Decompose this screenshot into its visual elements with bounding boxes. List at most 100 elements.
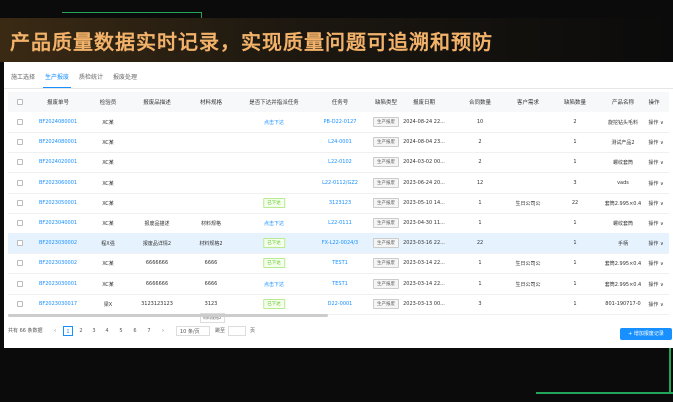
jump-input[interactable] bbox=[228, 326, 246, 336]
chevron-down-icon: ∨ bbox=[658, 140, 664, 147]
row-spec: 3123 bbox=[204, 300, 218, 307]
page-7[interactable]: 7 bbox=[144, 326, 154, 336]
row-description: 6666666 bbox=[145, 260, 169, 267]
col-product-name[interactable]: 产品名称 bbox=[612, 98, 634, 106]
col-inspector[interactable]: 检验员 bbox=[100, 98, 117, 106]
defect-type-badge: 生产报废 bbox=[373, 258, 399, 269]
prev-page-icon[interactable]: ‹ bbox=[50, 326, 60, 336]
table-row[interactable]: BF2023030002 程X强 报废品详情2 材料规格2 FX-L22-0024/3 2… bbox=[8, 233, 669, 255]
task-dispatch-status[interactable]: 点击下达 bbox=[264, 281, 284, 288]
row-action-menu[interactable]: 操作 ∨ bbox=[648, 180, 663, 187]
row-checkbox[interactable] bbox=[17, 260, 23, 267]
col-defect-type[interactable]: 缺陷类型 bbox=[375, 98, 397, 106]
row-task-no[interactable]: D22-0001 bbox=[328, 301, 353, 307]
table-row[interactable]: BF2024020001 XC某 L22-0102 2024-03-02 00... 2… bbox=[8, 152, 669, 174]
table-row[interactable]: BF2024080001 XC某 PB-D22-0127 2024-08-24 22.… bbox=[8, 112, 669, 133]
page-size-select[interactable]: 10 条/页 bbox=[176, 326, 210, 336]
row-scrap-no[interactable]: BF2023060001 bbox=[39, 180, 77, 186]
col-defect-qty[interactable]: 缺陷数量 bbox=[564, 98, 586, 106]
row-scrap-no[interactable]: BF2023030002 bbox=[39, 240, 77, 246]
row-action-menu[interactable]: 操作 ∨ bbox=[648, 301, 663, 308]
col-spec[interactable]: 材料规格 bbox=[200, 98, 222, 106]
page-3[interactable]: 3 bbox=[89, 326, 99, 336]
row-checkbox[interactable] bbox=[17, 300, 23, 307]
col-contract-qty[interactable]: 合同数量 bbox=[469, 98, 491, 106]
row-scrap-date: 2024-08-04 23... bbox=[403, 139, 445, 146]
defect-type-badge: 生产报废 bbox=[373, 278, 399, 289]
row-action-menu[interactable]: 操作 ∨ bbox=[648, 240, 663, 247]
col-customer-demand[interactable]: 客户需求 bbox=[517, 98, 539, 106]
page-2[interactable]: 2 bbox=[76, 326, 86, 336]
table-row[interactable]: BF2023040001 XC某 报废品描述 材料规格 L22-0111 2023-04-… bbox=[8, 213, 669, 234]
row-description: 报废品描述 bbox=[144, 221, 170, 227]
row-checkbox[interactable] bbox=[17, 119, 23, 125]
row-task-no[interactable]: TEST1 bbox=[332, 260, 348, 266]
row-task-no[interactable]: TEST1 bbox=[332, 281, 348, 287]
row-action-menu[interactable]: 操作 ∨ bbox=[648, 260, 663, 267]
task-dispatch-status[interactable]: 点击下达 bbox=[264, 119, 284, 126]
page-4[interactable]: 4 bbox=[102, 326, 112, 336]
col-scrap-no[interactable]: 报废单号 bbox=[47, 98, 69, 106]
row-scrap-no[interactable]: BF2023050001 bbox=[39, 200, 77, 206]
row-task-no[interactable]: 3123123 bbox=[329, 200, 351, 206]
select-all-checkbox[interactable] bbox=[17, 99, 23, 105]
add-scrap-record-button[interactable]: + 增加报废记录 bbox=[620, 328, 672, 340]
row-checkbox[interactable] bbox=[17, 220, 23, 226]
row-action-menu[interactable]: 操作 ∨ bbox=[648, 220, 663, 227]
tab-production-scrap[interactable]: 生产报废 bbox=[42, 72, 72, 88]
col-task-dispatch[interactable]: 是否下达并指派任务 bbox=[249, 98, 299, 106]
row-checkbox[interactable] bbox=[17, 179, 23, 186]
page-6[interactable]: 6 bbox=[130, 326, 140, 336]
table-row[interactable]: BF2023030001 XC某 6666666 6666 TEST1 2023-03-1… bbox=[8, 274, 669, 295]
row-action-label: 操作 bbox=[648, 180, 659, 187]
task-dispatch-status[interactable]: 点击下达 bbox=[264, 220, 284, 227]
row-scrap-no[interactable]: BF2024020001 bbox=[39, 159, 77, 165]
row-scrap-no[interactable]: BF2023030002 bbox=[39, 260, 77, 266]
table-row[interactable]: BF2023030017 梁X 3123123123 3123 D22-0001 2023… bbox=[8, 294, 669, 315]
row-action-menu[interactable]: 操作 ∨ bbox=[648, 119, 663, 126]
row-action-menu[interactable]: 操作 ∨ bbox=[648, 200, 663, 207]
table-row[interactable]: BF2023050001 XC某 3123123 2023-05-10 14... 1 生… bbox=[8, 193, 669, 214]
row-task-no[interactable]: L22-0102 bbox=[328, 159, 352, 165]
row-checkbox[interactable] bbox=[17, 139, 23, 146]
row-scrap-no[interactable]: BF2024080001 bbox=[39, 139, 77, 145]
next-page-icon[interactable]: › bbox=[158, 326, 168, 336]
row-scrap-no[interactable]: BF2023040001 bbox=[39, 220, 77, 226]
row-scrap-no[interactable]: BF2023030017 bbox=[39, 301, 77, 307]
row-task-no[interactable]: L22-0112/GZ2 bbox=[322, 180, 358, 186]
row-defect-qty: 1 bbox=[573, 139, 577, 146]
table-row[interactable]: BF2023030002 XC某 6666666 6666 TEST1 2023-03-1… bbox=[8, 253, 669, 275]
tab-qc-stats[interactable]: 质检统计 bbox=[79, 72, 103, 81]
row-scrap-no[interactable]: BF2023030001 bbox=[39, 281, 77, 287]
table-row[interactable]: BF2024080001 XC某 L24-0001 2024-08-04 23... 2… bbox=[8, 132, 669, 154]
row-action-menu[interactable]: 操作 ∨ bbox=[648, 139, 663, 146]
row-task-no[interactable]: PB-D22-0127 bbox=[324, 119, 357, 125]
page-1[interactable]: 1 bbox=[63, 326, 73, 336]
row-checkbox[interactable] bbox=[17, 199, 23, 206]
tab-scrap-handling[interactable]: 报废处理 bbox=[113, 72, 137, 81]
row-scrap-no[interactable]: BF2024080001 bbox=[39, 119, 77, 125]
page-5[interactable]: 5 bbox=[116, 326, 126, 336]
row-task-no[interactable]: FX-L22-0024/3 bbox=[322, 240, 358, 246]
task-dispatch-status: 已下达 bbox=[263, 298, 285, 309]
row-spec: 6666 bbox=[204, 260, 218, 267]
row-checkbox[interactable] bbox=[17, 240, 23, 247]
row-customer: 生日公司公 bbox=[515, 281, 541, 288]
row-task-no[interactable]: L22-0111 bbox=[328, 220, 352, 226]
col-description[interactable]: 报废品描述 bbox=[143, 98, 171, 106]
row-action-menu[interactable]: 操作 ∨ bbox=[648, 281, 663, 288]
row-contract-qty: 3 bbox=[478, 300, 482, 307]
row-action-menu[interactable]: 操作 ∨ bbox=[648, 159, 663, 166]
horizontal-scrollbar[interactable] bbox=[8, 314, 328, 317]
col-task-no[interactable]: 任务号 bbox=[332, 98, 349, 106]
row-action-label: 操作 bbox=[648, 120, 659, 126]
row-action-label: 操作 bbox=[648, 241, 659, 248]
row-task-no[interactable]: L24-0001 bbox=[328, 139, 352, 145]
app-panel: 施工选择 生产报废 质检统计 报废处理 报废单号 检验员 报废品描述 材料规格 … bbox=[4, 62, 673, 348]
row-checkbox[interactable] bbox=[17, 280, 23, 287]
table-row[interactable]: BF2023060001 XC某 L22-0112/GZ2 2023-06-24 20… bbox=[8, 173, 669, 194]
col-scrap-date[interactable]: 报废日期 bbox=[413, 98, 435, 106]
row-checkbox[interactable] bbox=[17, 159, 23, 166]
tab-construction[interactable]: 施工选择 bbox=[11, 72, 35, 81]
row-product-name: vads bbox=[617, 179, 629, 186]
